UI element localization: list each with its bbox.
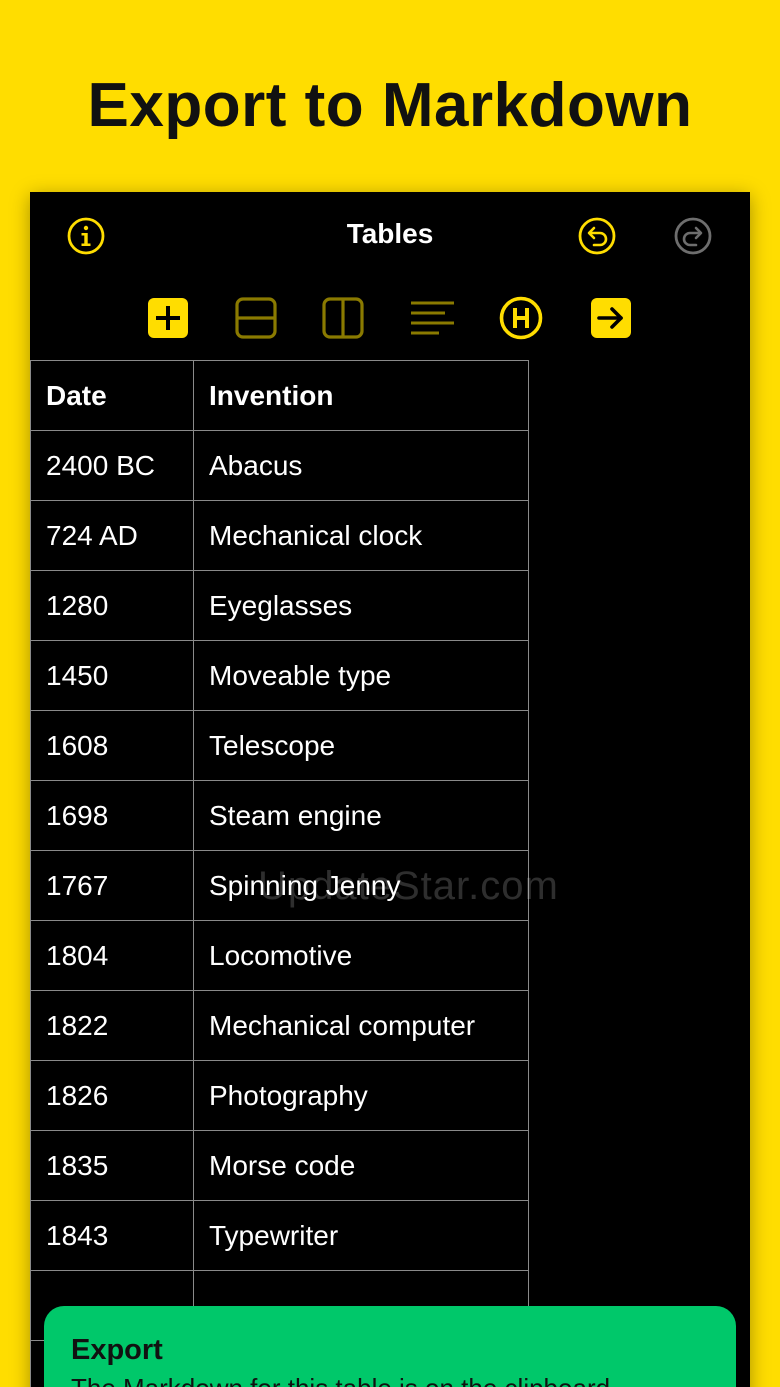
table-cell-invention[interactable]: Eyeglasses (193, 570, 529, 641)
table-cell-invention[interactable]: Moveable type (193, 640, 529, 711)
table-header-row: Date Invention (30, 360, 529, 431)
table-cell-invention[interactable]: Photography (193, 1060, 529, 1131)
undo-icon[interactable] (577, 216, 617, 256)
table-cell-date[interactable]: 1608 (30, 710, 194, 781)
insert-row-icon[interactable] (234, 296, 278, 340)
table-row: 1822 Mechanical computer (30, 990, 529, 1061)
table-cell-invention[interactable]: Locomotive (193, 920, 529, 991)
insert-column-icon[interactable] (321, 296, 365, 340)
table-cell-date[interactable]: 1835 (30, 1130, 194, 1201)
screenshot-page: Export to Markdown Tables Date Invention… (0, 0, 780, 1387)
table-row: 1698 Steam engine (30, 780, 529, 851)
table-row: 2400 BC Abacus (30, 430, 529, 501)
toolbar (30, 292, 750, 342)
table-header-cell[interactable]: Invention (193, 360, 529, 431)
table-cell-date[interactable]: 1822 (30, 990, 194, 1061)
table-row: 1826 Photography (30, 1060, 529, 1131)
table-cell-invention[interactable]: Mechanical computer (193, 990, 529, 1061)
table-cell-date[interactable]: 1280 (30, 570, 194, 641)
table-row: 1608 Telescope (30, 710, 529, 781)
export-icon[interactable] (589, 296, 633, 340)
table-cell-date[interactable]: 1450 (30, 640, 194, 711)
inventions-table: Date Invention 2400 BC Abacus 724 AD Mec… (30, 360, 529, 1387)
table-header-cell[interactable]: Date (30, 360, 194, 431)
toast-title: Export (71, 1334, 163, 1366)
table-cell-date[interactable]: 1804 (30, 920, 194, 991)
table-cell-date[interactable]: 724 AD (30, 500, 194, 571)
redo-icon[interactable] (673, 216, 713, 256)
table-cell-invention[interactable]: Mechanical clock (193, 500, 529, 571)
add-icon[interactable] (146, 296, 190, 340)
table-cell-date[interactable]: 1767 (30, 850, 194, 921)
table-cell-invention[interactable]: Abacus (193, 430, 529, 501)
export-toast[interactable]: Export The Markdown for this table is on… (44, 1306, 736, 1387)
table-row: 1450 Moveable type (30, 640, 529, 711)
table-row: 1843 Typewriter (30, 1200, 529, 1271)
table-cell-invention[interactable]: Morse code (193, 1130, 529, 1201)
table-cell-date[interactable]: 1698 (30, 780, 194, 851)
nav-title: Tables (346, 218, 434, 249)
table-row: 1280 Eyeglasses (30, 570, 529, 641)
align-icon[interactable] (410, 296, 454, 340)
table-cell-invention[interactable]: Typewriter (193, 1200, 529, 1271)
table-cell-date[interactable]: 2400 BC (30, 430, 194, 501)
table-cell-date[interactable]: 1826 (30, 1060, 194, 1131)
toast-message: The Markdown for this table is on the cl… (71, 1373, 617, 1387)
headline: Export to Markdown (87, 71, 693, 140)
table-row: 1767 Spinning Jenny (30, 850, 529, 921)
table-cell-invention[interactable]: Steam engine (193, 780, 529, 851)
table-cell-invention[interactable]: Telescope (193, 710, 529, 781)
table-cell-invention[interactable]: Spinning Jenny (193, 850, 529, 921)
table-row: 724 AD Mechanical clock (30, 500, 529, 571)
table-row: 1835 Morse code (30, 1130, 529, 1201)
nav-bar: Tables (30, 192, 750, 278)
table-cell-date[interactable]: 1843 (30, 1200, 194, 1271)
table-row: 1804 Locomotive (30, 920, 529, 991)
app-window: Tables Date Invention 2400 BC Abacus 724… (30, 192, 750, 1387)
header-icon[interactable] (499, 296, 543, 340)
